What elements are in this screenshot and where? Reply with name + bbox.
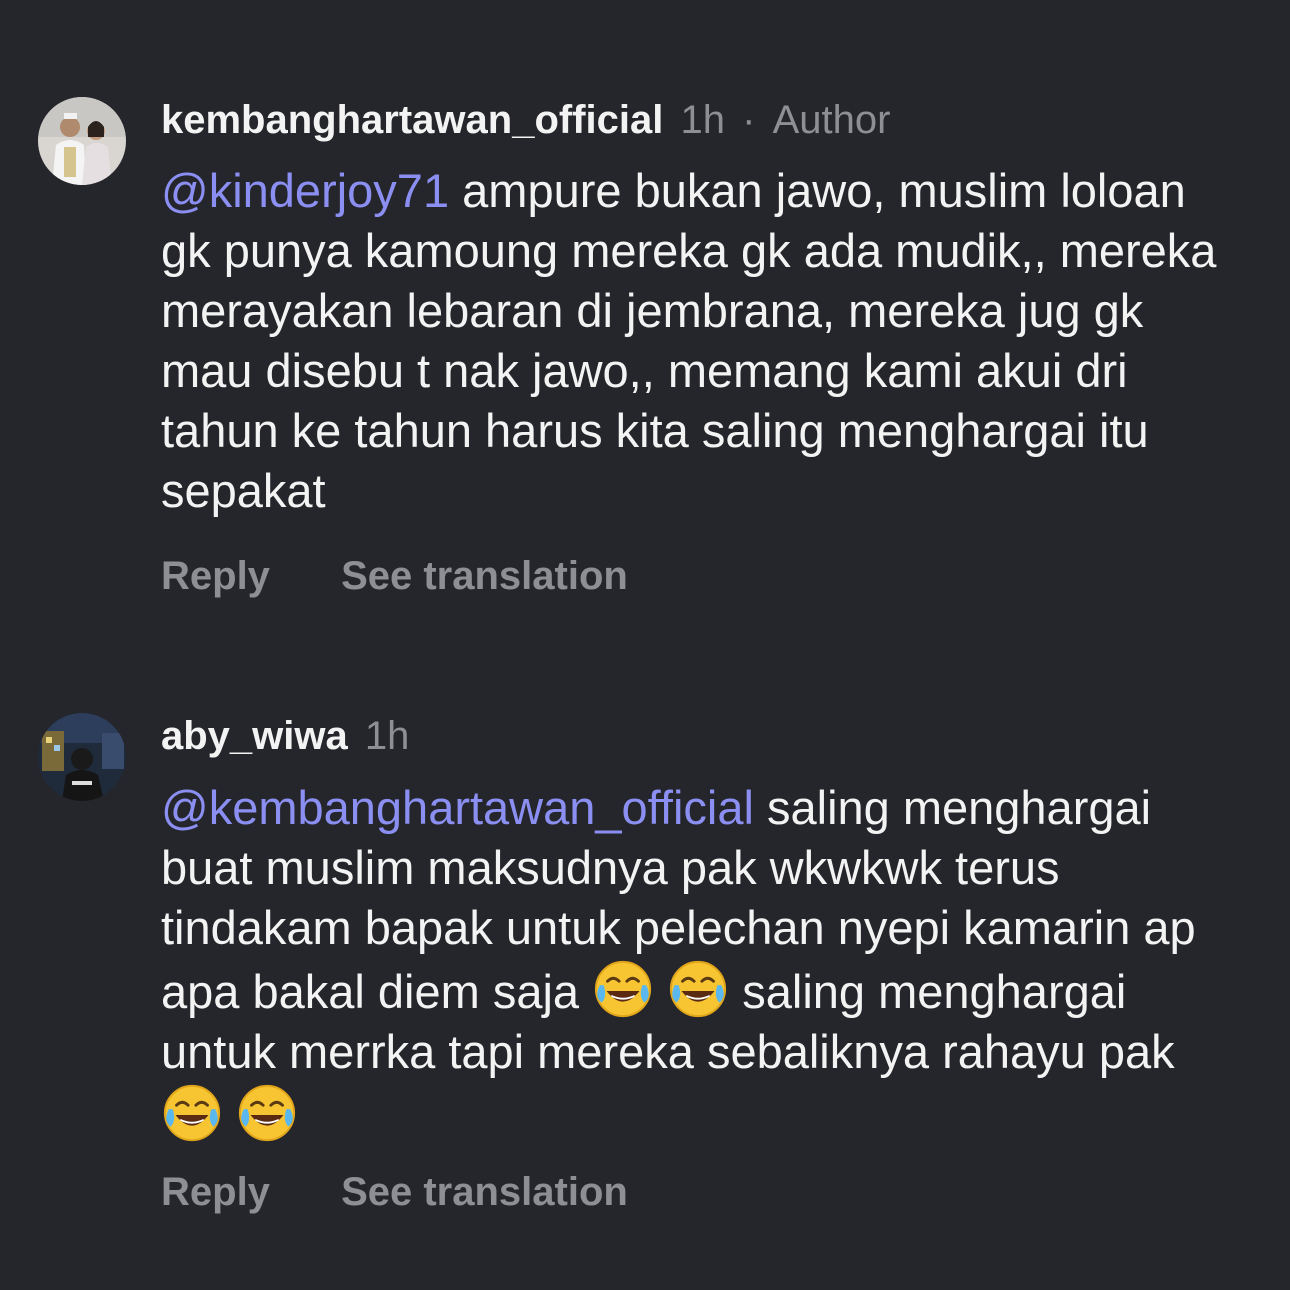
comment-header: kembanghartawan_official 1h · Author: [161, 96, 890, 144]
comment-text: @kembanghartawan_official saling menghar…: [161, 778, 1241, 1146]
username[interactable]: kembanghartawan_official: [161, 98, 663, 142]
reply-button[interactable]: Reply: [161, 1170, 270, 1214]
author-badge: Author: [772, 98, 891, 142]
see-translation-button[interactable]: See translation: [341, 554, 628, 598]
face-with-tears-of-joy-icon: [163, 1084, 221, 1142]
see-translation-button[interactable]: See translation: [341, 1170, 628, 1214]
avatar[interactable]: [38, 97, 126, 185]
face-with-tears-of-joy-icon: [238, 1084, 296, 1142]
separator: ·: [742, 98, 756, 142]
comment-text: @kinderjoy71 ampure bukan jawo, muslim l…: [161, 161, 1241, 521]
profile-photo-icon: [38, 713, 126, 801]
profile-photo-icon: [38, 97, 126, 185]
avatar[interactable]: [38, 713, 126, 801]
reply-button[interactable]: Reply: [161, 554, 270, 598]
mention-link[interactable]: @kembanghartawan_official: [161, 781, 754, 834]
timestamp: 1h: [680, 98, 726, 142]
comment-actions: Reply See translation: [161, 1168, 628, 1216]
face-with-tears-of-joy-icon: [670, 960, 727, 1018]
comment-actions: Reply See translation: [161, 552, 628, 600]
username[interactable]: aby_wiwa: [161, 714, 348, 758]
face-with-tears-of-joy-icon: [595, 960, 652, 1018]
timestamp: 1h: [364, 714, 410, 758]
mention-link[interactable]: @kinderjoy71: [161, 164, 449, 217]
comment-header: aby_wiwa 1h: [161, 712, 409, 760]
